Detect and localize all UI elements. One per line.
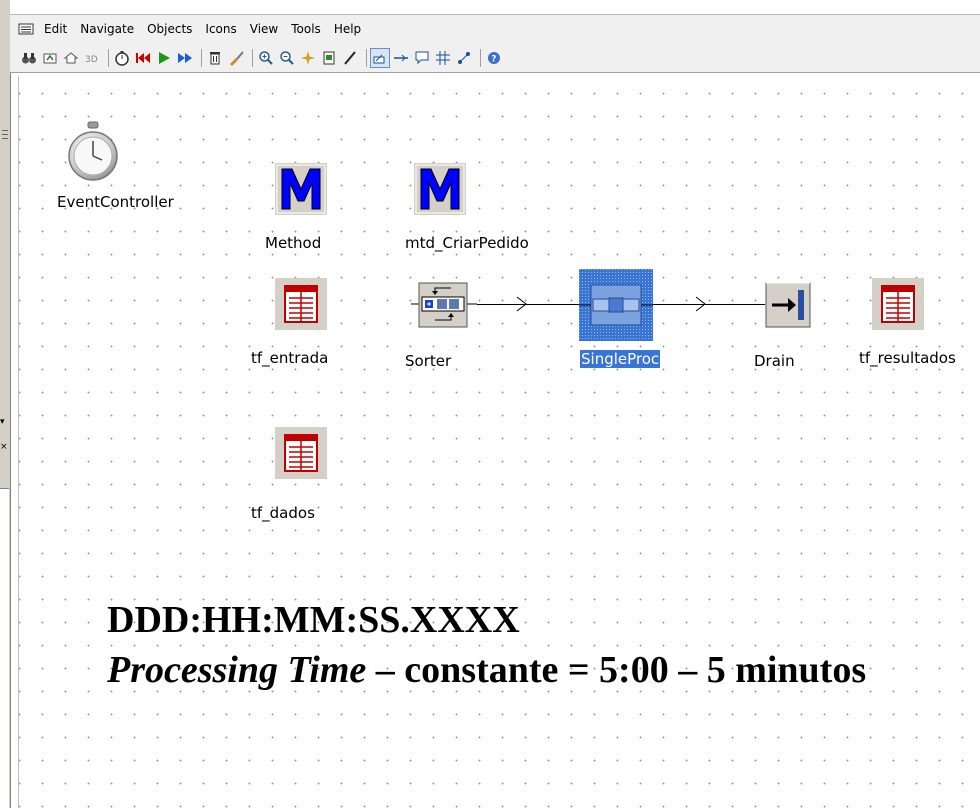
mtd-criarpedido-label: mtd_CriarPedido <box>405 234 529 252</box>
menu-navigate[interactable]: Navigate <box>80 22 134 36</box>
play-icon[interactable] <box>155 49 173 67</box>
tf-resultados-label: tf_resultados <box>859 349 956 367</box>
print-icon[interactable] <box>320 49 338 67</box>
sorter-icon <box>411 282 477 328</box>
drain-object[interactable] <box>762 281 812 333</box>
tf-entrada-object[interactable] <box>275 278 327 334</box>
tf-dados-label: tf_dados <box>251 504 315 522</box>
singleproc-icon <box>579 269 653 341</box>
method-label: Method <box>265 234 322 252</box>
method-m-icon <box>414 163 466 215</box>
fast-forward-icon[interactable] <box>176 49 194 67</box>
singleproc-label: SingleProc <box>580 350 661 368</box>
menu-view[interactable]: View <box>250 22 278 36</box>
left-panel-edge: ▾ × <box>0 0 11 809</box>
menu-edit[interactable]: Edit <box>44 22 67 36</box>
scroll-down-icon[interactable]: ▾ <box>0 418 5 427</box>
grid-icon[interactable] <box>434 49 452 67</box>
time-format-text: DDD:HH:MM:SS.XXXX <box>107 599 520 641</box>
drain-label: Drain <box>754 352 795 370</box>
connector-line[interactable] <box>653 304 765 305</box>
connector-arrow-icon <box>695 296 706 312</box>
connect-icon[interactable] <box>392 49 410 67</box>
reset-icon[interactable] <box>134 49 152 67</box>
processing-time-rest: – constante = 5:00 – 5 minutos <box>366 649 867 691</box>
left-panel-lower <box>0 488 9 809</box>
delete-icon[interactable] <box>206 49 224 67</box>
layout-icon[interactable] <box>455 49 473 67</box>
event-controller-label: EventController <box>57 193 174 211</box>
connector-mode-icon[interactable] <box>370 47 390 68</box>
close-icon[interactable]: × <box>0 443 8 452</box>
title-strip <box>10 0 980 15</box>
toolbar-separator <box>480 48 481 67</box>
connector-arrow-icon <box>516 296 527 312</box>
tf-dados-object[interactable] <box>275 427 327 483</box>
singleproc-object[interactable] <box>579 269 653 345</box>
menu-tools[interactable]: Tools <box>291 22 321 36</box>
cleanup-icon[interactable] <box>227 49 245 67</box>
panel-tick <box>2 130 8 131</box>
table-file-icon <box>275 427 327 479</box>
tf-entrada-label: tf_entrada <box>251 349 329 367</box>
menu-icons[interactable]: Icons <box>205 22 236 36</box>
toolbar-separator <box>201 48 202 67</box>
svg-text:3D: 3D <box>85 55 98 65</box>
pencil-icon[interactable] <box>341 49 359 67</box>
method-object[interactable] <box>275 163 327 219</box>
tf-resultados-object[interactable] <box>872 278 924 334</box>
panel-tick <box>2 138 8 139</box>
zoom-out-icon[interactable] <box>278 49 296 67</box>
zoom-in-icon[interactable] <box>257 49 275 67</box>
up-icon[interactable] <box>41 49 59 67</box>
model-canvas[interactable]: EventController Method mtd_CriarPedido t… <box>18 76 980 808</box>
toolbar-separator <box>108 48 109 67</box>
menu-objects[interactable]: Objects <box>147 22 192 36</box>
table-file-icon <box>872 278 924 330</box>
stopwatch-icon[interactable] <box>113 49 131 67</box>
sorter-object[interactable] <box>411 282 477 332</box>
event-controller-object[interactable] <box>65 120 121 186</box>
menu-bar: Edit Navigate Objects Icons View Tools H… <box>10 15 980 43</box>
frame-menu-icon[interactable] <box>18 22 34 36</box>
help-icon[interactable]: ? <box>485 49 503 67</box>
processing-time-text: Processing Time – constante = 5:00 – 5 m… <box>107 648 866 692</box>
menu-help[interactable]: Help <box>334 22 361 36</box>
svg-text:?: ? <box>491 54 496 64</box>
comment-icon[interactable] <box>413 49 431 67</box>
binoculars-icon[interactable] <box>20 49 38 67</box>
processing-time-italic: Processing Time <box>107 649 367 691</box>
toolbar: 3D ? <box>10 43 980 73</box>
mtd-criarpedido-object[interactable] <box>414 163 466 219</box>
fit-icon[interactable] <box>299 49 317 67</box>
home-icon[interactable] <box>62 49 80 67</box>
3d-icon[interactable]: 3D <box>83 49 101 67</box>
toolbar-separator <box>366 48 367 67</box>
panel-tick <box>2 134 8 135</box>
sorter-label: Sorter <box>405 352 452 370</box>
drain-icon <box>765 282 811 328</box>
stopwatch-icon <box>68 121 118 181</box>
table-file-icon <box>275 278 327 330</box>
method-m-icon <box>275 163 327 215</box>
toolbar-separator <box>252 48 253 67</box>
